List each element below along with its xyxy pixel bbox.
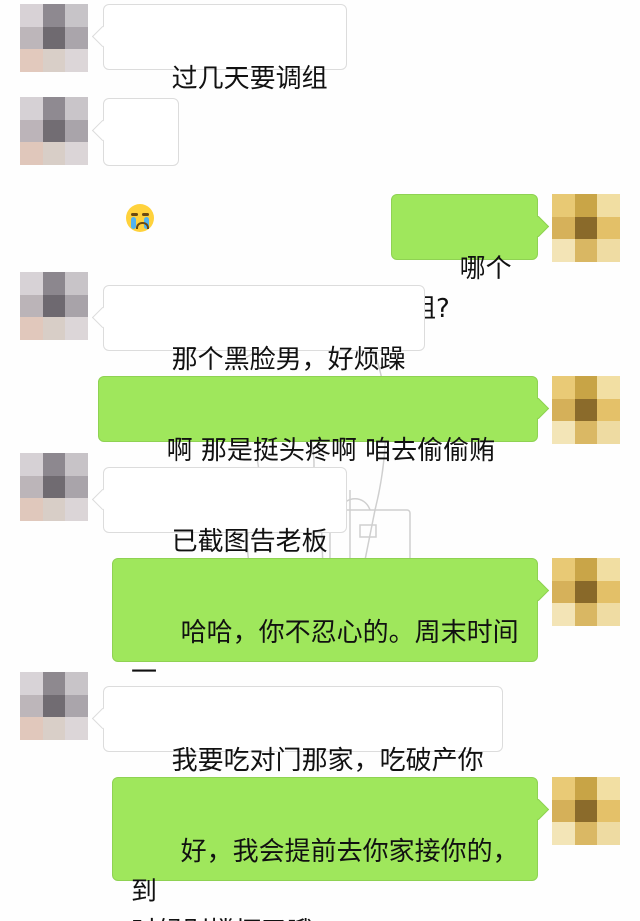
avatar[interactable] <box>20 453 88 521</box>
message-bubble[interactable]: 啊 那是挺头疼啊 咱去偷偷贿赂他 <box>98 376 538 506</box>
avatar[interactable] <box>20 4 88 72</box>
message-text: 哪个组? <box>410 254 512 324</box>
avatar[interactable] <box>552 194 620 262</box>
avatar[interactable] <box>552 376 620 444</box>
avatar[interactable] <box>552 558 620 626</box>
message-text: 那个黑脸男，好烦躁 <box>171 345 406 375</box>
avatar[interactable] <box>20 672 88 740</box>
chat-screen: 过几天要调组 哪个组? 那个黑脸男，好烦躁 啊 那是挺头疼啊 咱去偷偷贿 已截图… <box>0 0 640 921</box>
message-bubble[interactable]: 那个黑脸男，好烦躁 <box>103 285 425 375</box>
message-text: 过几天要调组 <box>171 64 328 94</box>
message-bubble[interactable]: 已截图告老板 <box>103 467 347 557</box>
message-text: 我要吃对门那家，吃破产你 <box>171 746 484 776</box>
avatar[interactable] <box>20 97 88 165</box>
message-bubble[interactable] <box>103 98 179 232</box>
message-bubble[interactable]: 好，我会提前去你家接你的，到 时候别撑坏了哦 <box>112 777 538 921</box>
avatar[interactable] <box>552 777 620 845</box>
message-bubble[interactable]: 哪个组? <box>391 194 538 324</box>
message-text: 好，我会提前去你家接你的，到 时候别撑坏了哦 <box>131 837 519 921</box>
message-text: 已截图告老板 <box>171 527 328 557</box>
message-bubble[interactable]: 我要吃对门那家，吃破产你 <box>103 686 503 776</box>
message-bubble[interactable]: 过几天要调组 <box>103 4 347 94</box>
message-bubble[interactable]: 哈哈，你不忍心的。周末时间一 起去吃火锅，好好吐槽吐槽他 <box>112 558 538 728</box>
avatar[interactable] <box>20 272 88 340</box>
crying-face-icon <box>126 203 154 232</box>
